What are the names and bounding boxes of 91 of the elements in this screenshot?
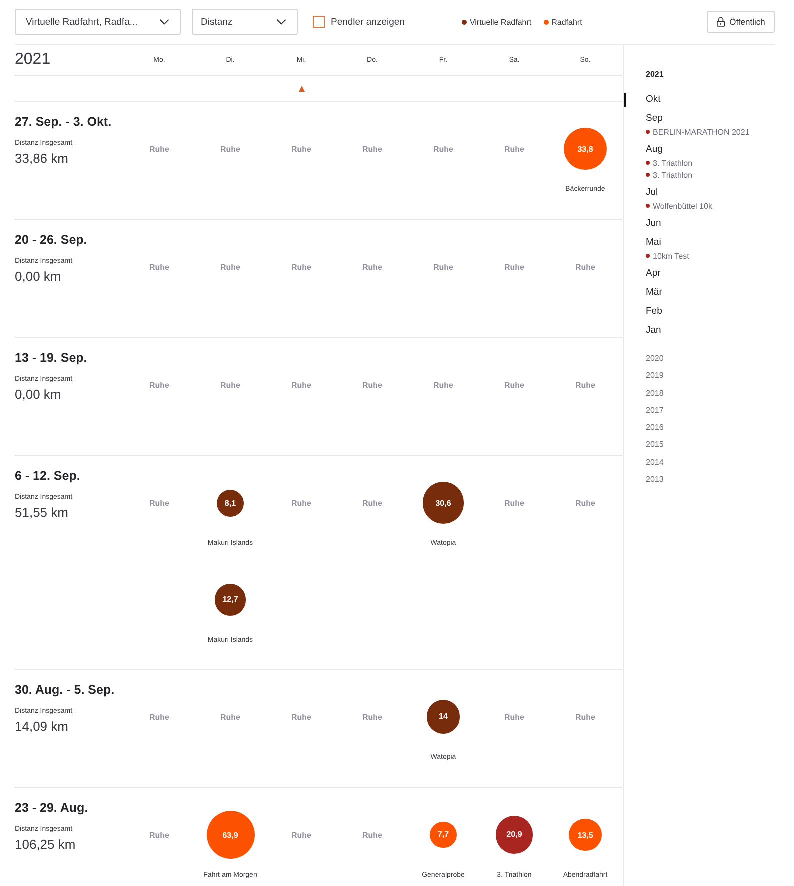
year-title: 2021: [15, 51, 51, 69]
year-link[interactable]: 2013: [646, 471, 664, 488]
rest-label: Ruhe: [362, 830, 382, 840]
rest-label: Ruhe: [362, 144, 382, 154]
week-title: 30. Aug. - 5. Sep.: [15, 682, 115, 698]
month-link[interactable]: Aug: [624, 143, 663, 157]
rest-label: Ruhe: [434, 144, 454, 154]
rest-label: Ruhe: [220, 712, 240, 722]
dot-icon: [646, 173, 650, 177]
rest-label: Ruhe: [504, 262, 524, 272]
month-link[interactable]: Jul: [624, 186, 658, 200]
rest-label: Ruhe: [150, 380, 170, 390]
activity-bubble[interactable]: 14: [426, 700, 460, 734]
chevron-down-icon: [159, 19, 170, 25]
week-title: 20 - 26. Sep.: [15, 232, 88, 248]
rest-label: Ruhe: [434, 380, 454, 390]
visibility-button[interactable]: Öffentlich: [707, 11, 775, 33]
rest-label: Ruhe: [362, 498, 382, 508]
rest-label: Ruhe: [362, 380, 382, 390]
metric-dropdown[interactable]: Distanz: [192, 9, 298, 35]
month-link[interactable]: Apr: [624, 267, 661, 281]
rest-label: Ruhe: [292, 144, 312, 154]
week-title: 6 - 12. Sep.: [15, 468, 80, 484]
month-link[interactable]: Okt: [624, 93, 661, 107]
rest-label: Ruhe: [150, 830, 170, 840]
legend-label: Virtuelle Radfahrt: [470, 18, 532, 26]
total-value: 51,55 km: [15, 505, 68, 521]
rest-label: Ruhe: [576, 262, 596, 272]
rest-label: Ruhe: [292, 712, 312, 722]
rest-label: Ruhe: [150, 144, 170, 154]
dot-icon: [646, 204, 650, 208]
activity-bubble[interactable]: 30,6: [422, 482, 464, 524]
month-link[interactable]: Mai: [624, 236, 662, 250]
total-value: 0,00 km: [15, 269, 62, 285]
week-title: 13 - 19. Sep.: [15, 350, 88, 366]
event-link[interactable]: 3. Triathlon: [653, 170, 693, 180]
year-link[interactable]: 2019: [646, 367, 664, 385]
year-link[interactable]: 2020: [646, 350, 664, 368]
month-link[interactable]: Mär: [624, 286, 662, 300]
activity-bubble[interactable]: 12,7: [214, 584, 246, 616]
year-link[interactable]: 2017: [646, 402, 664, 420]
week-title: 23 - 29. Aug.: [15, 800, 88, 816]
rest-label: Ruhe: [292, 380, 312, 390]
legend-label: Radfahrt: [552, 18, 582, 26]
activity-bubble[interactable]: 8,1: [216, 490, 244, 516]
activity-bubble[interactable]: 20,9: [496, 816, 534, 854]
total-value: 0,00 km: [15, 387, 62, 403]
rest-label: Ruhe: [150, 262, 170, 272]
rest-label: Ruhe: [504, 380, 524, 390]
year-link[interactable]: 2016: [646, 419, 664, 436]
year-heading: 2021: [646, 71, 664, 79]
rest-label: Ruhe: [504, 144, 524, 154]
rest-label: Ruhe: [220, 380, 240, 390]
activity-type-dropdown[interactable]: Virtuelle Radfahrt, Radfa...: [15, 9, 181, 35]
rest-label: Ruhe: [220, 262, 240, 272]
month-link[interactable]: Sep: [624, 112, 663, 126]
event-link[interactable]: 10km Test: [653, 252, 690, 260]
rest-label: Ruhe: [150, 712, 170, 722]
total-value: 33,86 km: [15, 151, 68, 167]
event-link[interactable]: Wolfenbüttel 10k: [653, 202, 712, 210]
week-title: 27. Sep. - 3. Okt.: [15, 114, 112, 130]
event-link[interactable]: BERLIN-MARATHON 2021: [653, 128, 750, 136]
dot-icon: [646, 130, 650, 134]
event-link[interactable]: 3. Triathlon: [653, 158, 693, 168]
rest-label: Ruhe: [504, 712, 524, 722]
total-value: 106,25 km: [15, 837, 76, 853]
dot-icon: [646, 254, 650, 258]
rest-label: Ruhe: [576, 498, 596, 508]
rest-label: Ruhe: [292, 498, 312, 508]
rest-label: Ruhe: [576, 380, 596, 390]
dot-icon: [646, 161, 650, 165]
total-value: 14,09 km: [15, 719, 68, 735]
rest-label: Ruhe: [292, 262, 312, 272]
rest-label: Ruhe: [504, 498, 524, 508]
commute-checkbox[interactable]: [313, 16, 325, 28]
year-link[interactable]: 2015: [646, 436, 664, 454]
rest-label: Ruhe: [220, 144, 240, 154]
rest-label: Ruhe: [434, 262, 454, 272]
year-link[interactable]: 2014: [646, 454, 664, 472]
checkbox-label[interactable]: Pendler anzeigen: [331, 16, 405, 28]
year-link[interactable]: 2018: [646, 384, 664, 402]
rest-label: Ruhe: [362, 262, 382, 272]
chevron-down-icon: [276, 19, 287, 25]
month-link[interactable]: Jun: [624, 217, 662, 231]
rest-label: Ruhe: [292, 830, 312, 840]
lock-icon: [716, 17, 725, 27]
month-link[interactable]: Feb: [624, 305, 662, 319]
month-link[interactable]: Jan: [624, 324, 662, 338]
rest-label: Ruhe: [362, 712, 382, 722]
rest-label: Ruhe: [576, 712, 596, 722]
rest-label: Ruhe: [150, 498, 170, 508]
